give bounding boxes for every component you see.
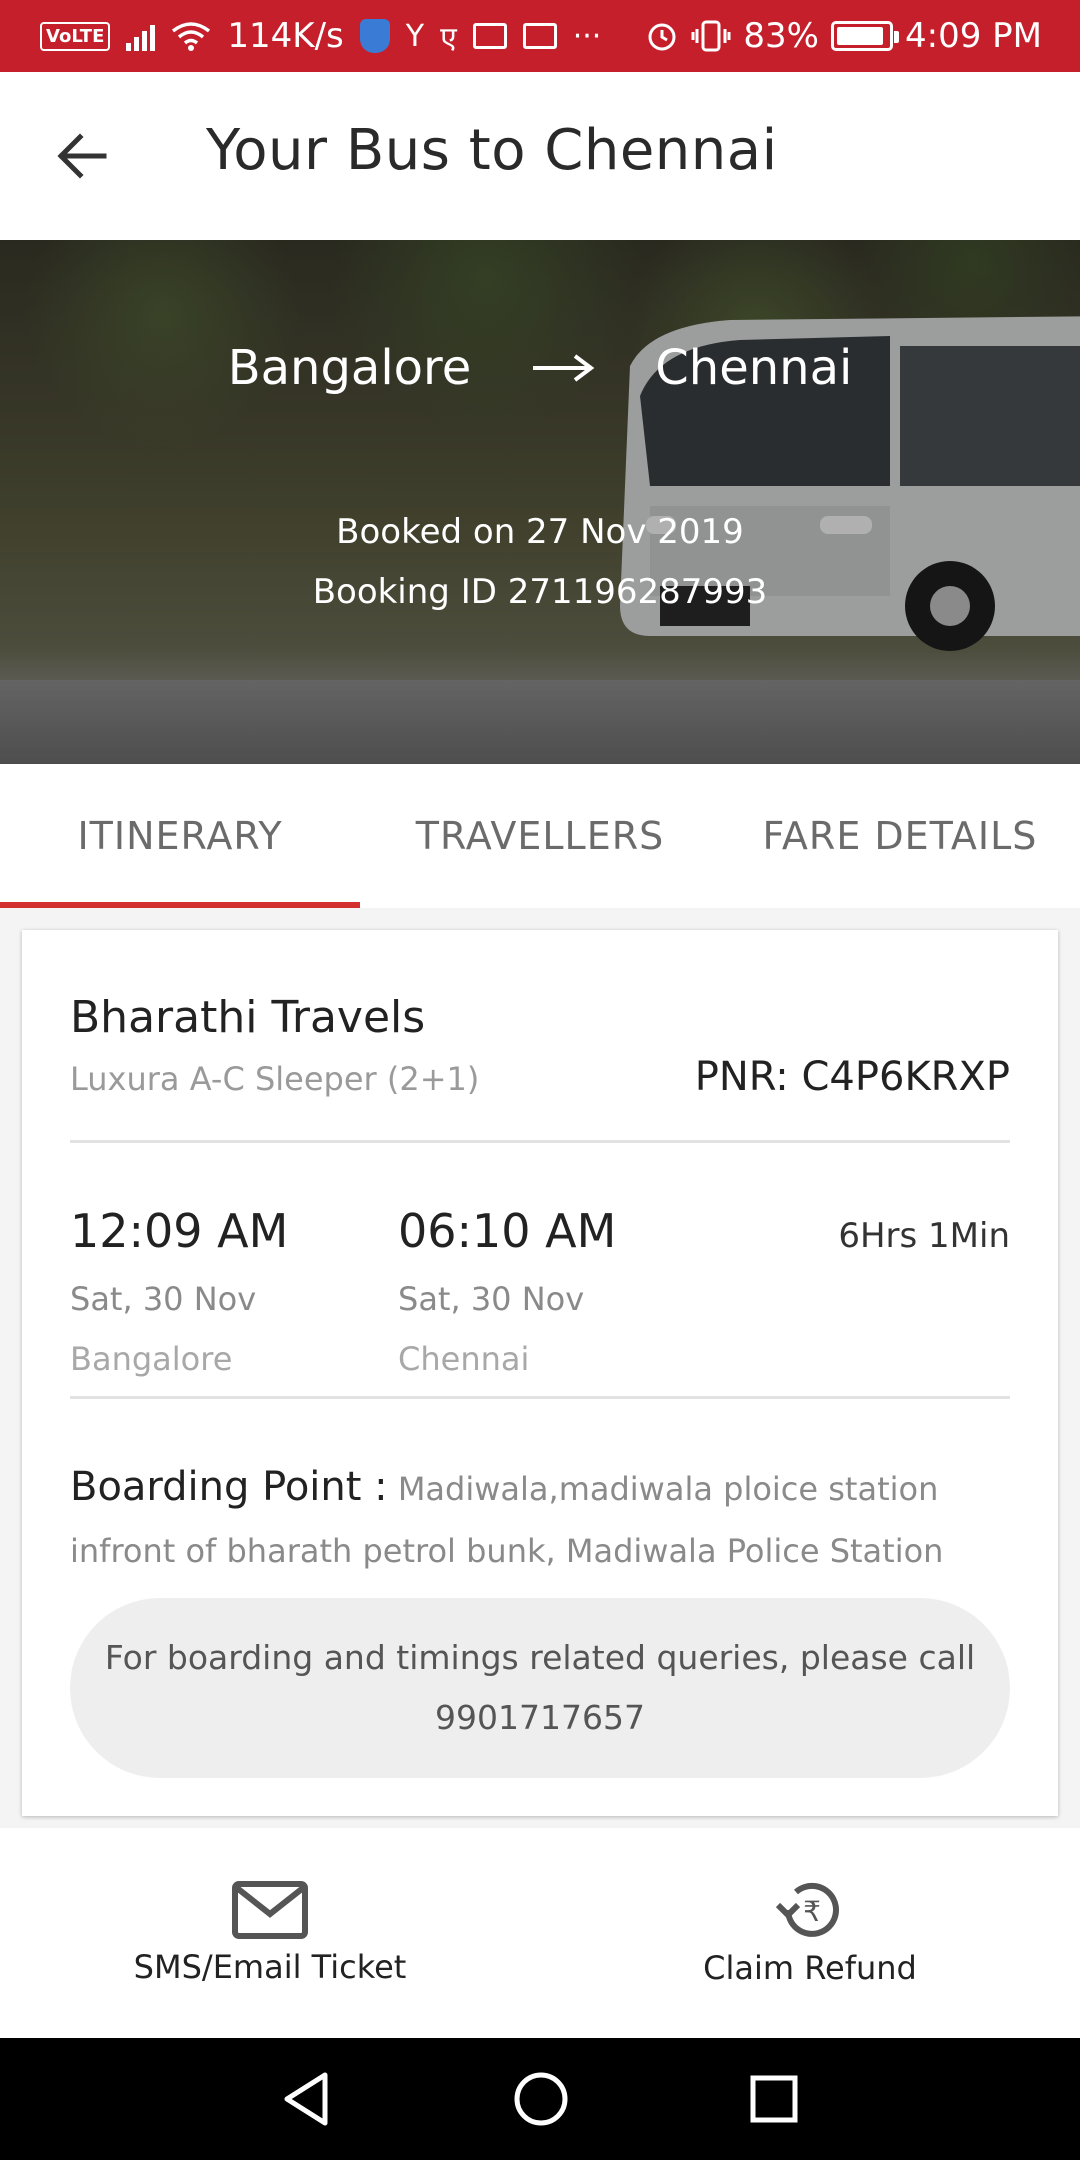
booking-id: Booking ID 271196287993 xyxy=(312,572,768,612)
svg-text:₹: ₹ xyxy=(803,1895,821,1928)
tab-bar: ITINERARY TRAVELLERS FARE DETAILS xyxy=(0,764,1080,908)
mail-icon xyxy=(522,23,557,49)
carrier-icon: Y xyxy=(405,18,425,54)
envelope-icon xyxy=(232,1881,308,1939)
divider xyxy=(70,1396,1010,1399)
content-area: Bharathi Travels Luxura A-C Sleeper (2+1… xyxy=(0,908,1080,1828)
arrival-time: 06:10 AM xyxy=(398,1204,617,1258)
battery-icon xyxy=(831,21,899,51)
route-to: Chennai xyxy=(655,340,853,396)
alarm-icon xyxy=(648,23,676,51)
battery-percent: 83% xyxy=(743,16,819,56)
sms-email-ticket-button[interactable]: SMS/Email Ticket xyxy=(0,1828,540,2038)
app-notification-icon: ए xyxy=(440,20,457,56)
more-notifications-icon: ··· xyxy=(572,18,602,54)
bottom-actions: SMS/Email Ticket ₹ Claim Refund xyxy=(0,1828,1080,2038)
hero-banner: Bangalore Chennai Booked on 27 Nov 2019 … xyxy=(0,240,1080,764)
nav-back-icon[interactable] xyxy=(281,2071,333,2127)
network-speed: 114K/s xyxy=(227,16,344,56)
sms-email-label: SMS/Email Ticket xyxy=(133,1948,407,1986)
app-bar: Your Bus to Chennai xyxy=(0,72,1080,240)
nav-recents-icon[interactable] xyxy=(749,2074,799,2124)
arrival-city: Chennai xyxy=(398,1340,530,1378)
journey-duration: 6Hrs 1Min xyxy=(838,1216,1010,1256)
gmail-icon xyxy=(472,23,507,49)
shield-icon xyxy=(359,19,390,53)
query-phone[interactable]: 9901717657 xyxy=(435,1688,645,1748)
claim-refund-label: Claim Refund xyxy=(703,1949,917,1987)
operator-name: Bharathi Travels xyxy=(70,992,426,1043)
navigation-bar xyxy=(0,2038,1080,2160)
wifi-icon xyxy=(172,22,211,51)
departure-date: Sat, 30 Nov xyxy=(70,1280,257,1318)
tab-itinerary[interactable]: ITINERARY xyxy=(0,764,360,908)
back-arrow-icon xyxy=(57,133,107,179)
nav-home-icon[interactable] xyxy=(513,2071,569,2127)
screen: VoLTE 114K/s Y ए ··· 83% 4:09 PM Your Bu… xyxy=(0,0,1080,2160)
query-text: For boarding and timings related queries… xyxy=(104,1638,976,1677)
pnr: PNR: C4P6KRXP xyxy=(694,1054,1010,1100)
claim-refund-button[interactable]: ₹ Claim Refund xyxy=(540,1828,1080,2038)
booked-on: Booked on 27 Nov 2019 xyxy=(336,512,744,552)
departure-time: 12:09 AM xyxy=(70,1204,289,1258)
tab-fare-details[interactable]: FARE DETAILS xyxy=(720,764,1080,908)
route-from: Bangalore xyxy=(227,340,472,396)
itinerary-card: Bharathi Travels Luxura A-C Sleeper (2+1… xyxy=(22,930,1058,1816)
vibrate-icon xyxy=(691,20,731,52)
boarding-query-banner: For boarding and timings related queries… xyxy=(70,1598,1010,1778)
route: Bangalore Chennai xyxy=(0,340,1080,396)
arrival-date: Sat, 30 Nov xyxy=(398,1280,585,1318)
page-title: Your Bus to Chennai xyxy=(206,118,778,183)
volte-icon: VoLTE xyxy=(40,21,111,51)
boarding-point-label: Boarding Point : xyxy=(70,1464,388,1510)
bus-type: Luxura A-C Sleeper (2+1) xyxy=(70,1060,480,1098)
back-button[interactable] xyxy=(50,124,114,188)
boarding-point: Boarding Point : Madiwala,madiwala ploic… xyxy=(70,1456,1030,1582)
signal-icon xyxy=(126,21,156,51)
status-bar: VoLTE 114K/s Y ए ··· 83% 4:09 PM xyxy=(0,0,1080,72)
booking-info: Booked on 27 Nov 2019 Booking ID 2711962… xyxy=(0,502,1080,622)
clock: 4:09 PM xyxy=(905,16,1042,56)
route-arrow-icon xyxy=(533,354,595,382)
divider xyxy=(70,1140,1010,1143)
departure-city: Bangalore xyxy=(70,1340,233,1378)
tab-travellers[interactable]: TRAVELLERS xyxy=(360,764,720,908)
refund-icon: ₹ xyxy=(775,1882,839,1937)
